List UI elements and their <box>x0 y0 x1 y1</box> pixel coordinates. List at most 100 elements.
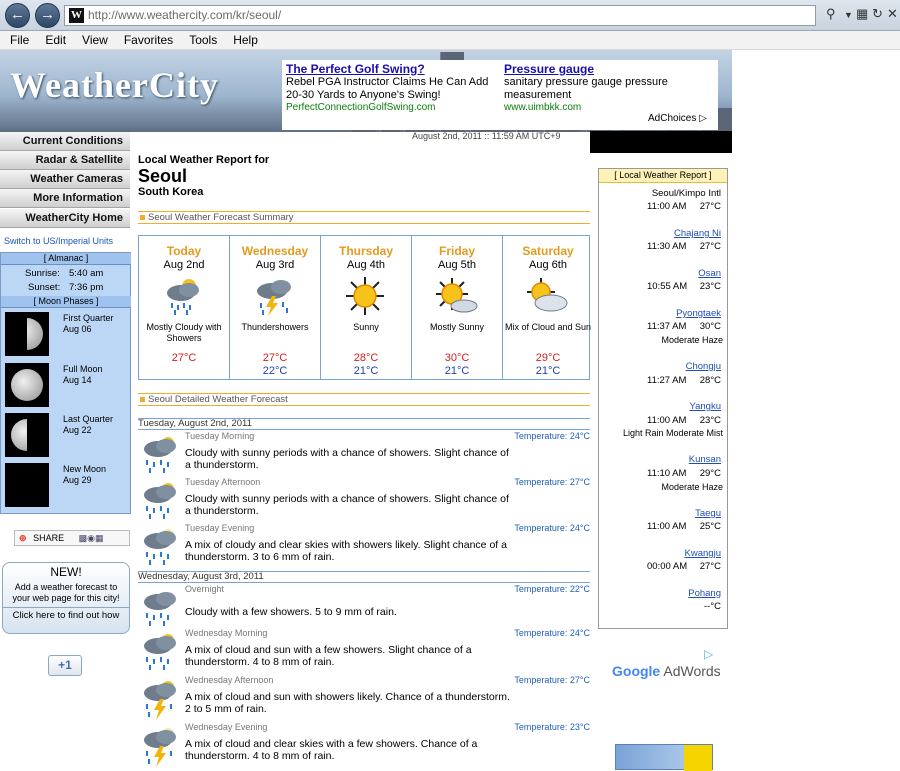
address-bar[interactable]: Whttp://www.weathercity.com/kr/seoul/ <box>64 5 816 26</box>
google-plus-one-button[interactable]: +1 <box>48 655 82 676</box>
city-name: Seoul <box>138 166 188 186</box>
menu-view[interactable]: View <box>82 33 108 47</box>
ad-title[interactable]: Pressure gauge <box>504 62 704 76</box>
ad-title[interactable]: The Perfect Golf Swing? <box>286 62 501 76</box>
station-link[interactable]: Yangku <box>689 401 721 412</box>
temperature-label: Temperature: <box>514 722 568 732</box>
share-button[interactable]: ⊕ SHARE ▩◉▦ <box>14 530 130 546</box>
promo-text: Add a weather forecast to your web page … <box>12 582 120 603</box>
widget-promo[interactable]: NEW! Add a weather forecast to your web … <box>2 562 130 634</box>
adchoices-icon[interactable]: ▷ <box>704 647 713 661</box>
adwords-banner-image[interactable] <box>615 744 713 771</box>
browser-toolbar: ← → Whttp://www.weathercity.com/kr/seoul… <box>0 0 900 31</box>
forecast-summary-table: Today Aug 2nd Mostly Cloudy with Showers… <box>138 235 593 380</box>
forecast-row: Tuesday Afternoon Temperature: 27°C Clou… <box>138 477 590 523</box>
adchoices-link[interactable]: AdChoices ▷ <box>648 113 707 124</box>
dropdown-icon[interactable]: ▼ <box>844 10 853 20</box>
site-logo[interactable]: WeatherCity <box>10 64 219 106</box>
ad-unit-gauge[interactable]: Pressure gauge sanitary pressure gauge p… <box>504 62 704 113</box>
date-time: August 2nd, 2011 :: 11:59 AM UTC+9 <box>412 131 561 141</box>
header-black-bar <box>590 131 732 153</box>
forecast-description: Mostly Cloudy with Showers <box>146 322 222 343</box>
menu-favorites[interactable]: Favorites <box>124 33 173 47</box>
stop-icon[interactable]: ✕ <box>887 6 898 22</box>
cloud-rain-icon <box>144 592 176 626</box>
station-link[interactable]: Pohang <box>688 588 721 599</box>
station-temp: 25°C <box>699 521 721 532</box>
station-link[interactable]: Kunsan <box>689 454 721 465</box>
site-favicon-icon: W <box>69 8 84 23</box>
forecast-text: Cloudy with sunny periods with a chance … <box>185 493 509 517</box>
report-label: Local Weather Report for <box>138 154 270 166</box>
promo-link[interactable]: Click here to find out how <box>3 607 129 621</box>
nav-current-conditions[interactable]: Current Conditions <box>0 132 130 151</box>
adchoices-label: AdChoices <box>648 113 697 124</box>
station-link[interactable]: Kwangju <box>685 548 721 559</box>
ad-url[interactable]: PerfectConnectionGolfSwing.com <box>286 102 501 113</box>
temperature-value: 22°C <box>569 584 590 594</box>
sunrise-time: 5:40 am <box>69 268 104 279</box>
forecast-date: Aug 5th <box>438 259 476 271</box>
menu-tools[interactable]: Tools <box>189 33 217 47</box>
forecast-period: Wednesday Afternoon <box>185 675 274 685</box>
menu-edit[interactable]: Edit <box>45 33 66 47</box>
moon-disk <box>27 318 43 350</box>
station-link[interactable]: Taegu <box>695 508 721 519</box>
temperature-value: 24°C <box>569 523 590 533</box>
forecast-row: Overnight Temperature: 22°C Cloudy with … <box>138 584 590 630</box>
nav-weathercity-home[interactable]: WeatherCity Home <box>0 209 130 228</box>
cloud-rain-icon <box>144 437 176 473</box>
search-icon[interactable]: ⚲ <box>826 6 836 22</box>
nav-more-information[interactable]: More Information <box>0 189 130 208</box>
temperature-label: Temperature: <box>514 477 568 487</box>
google-adwords-logo[interactable]: Google AdWords <box>612 663 721 679</box>
forecast-low: 22°C <box>262 365 288 377</box>
station-link[interactable]: Chongju <box>686 361 721 372</box>
refresh-icon[interactable]: ↻ <box>872 6 883 22</box>
forecast-day: Saturday Aug 6th Mix of Cloud and Sun 29… <box>503 236 593 379</box>
forecast-date: Aug 6th <box>529 259 567 271</box>
share-label: SHARE <box>33 533 65 543</box>
forecast-day-name: Friday <box>438 244 475 258</box>
station-link[interactable]: Chajang Ni <box>674 228 721 239</box>
cloud-rain-icon <box>167 279 199 315</box>
forward-button[interactable]: → <box>35 3 60 28</box>
forecast-high: 28°C <box>353 352 379 364</box>
menu-help[interactable]: Help <box>233 33 258 47</box>
station-condition: Moderate Haze <box>661 335 723 345</box>
forecast-period: Tuesday Afternoon <box>185 477 261 487</box>
forecast-description: Thundershowers <box>241 322 309 332</box>
station-time: 11:30 AM <box>647 241 687 252</box>
temperature-label: Temperature: <box>514 628 568 638</box>
forecast-high: 27°C <box>262 352 288 364</box>
forecast-row: Wednesday Afternoon Temperature: 27°C A … <box>138 675 590 721</box>
forecast-day-name: Saturday <box>522 244 574 258</box>
back-button[interactable]: ← <box>5 3 30 28</box>
temperature-value: 27°C <box>569 675 590 685</box>
promo-new-label: NEW! <box>50 565 82 579</box>
ad-url[interactable]: www.uimbkk.com <box>504 102 704 113</box>
day-header: Tuesday, August 2nd, 2011 <box>138 418 590 430</box>
forecast-day: Today Aug 2nd Mostly Cloudy with Showers… <box>139 236 229 379</box>
forecast-temperature: Temperature: 23°C <box>514 722 590 732</box>
compatibility-icon[interactable]: ▦ <box>856 6 868 22</box>
station-time: 11:00 AM <box>647 201 687 212</box>
moon-phase-name: First Quarter <box>63 313 114 323</box>
nav-weather-cameras[interactable]: Weather Cameras <box>0 170 130 189</box>
forecast-period: Tuesday Morning <box>185 431 255 441</box>
moon-phase-item: First Quarter Aug 06 <box>63 313 114 335</box>
google-wordmark: Google <box>612 663 661 679</box>
menu-file[interactable]: File <box>10 33 29 47</box>
nav-radar-satellite[interactable]: Radar & Satellite <box>0 151 130 170</box>
forecast-high: 29°C <box>535 352 561 364</box>
temperature-value: 23°C <box>569 722 590 732</box>
moon-phase-item: Full Moon Aug 14 <box>63 364 103 386</box>
station-time: 11:27 AM <box>647 375 687 386</box>
switch-units-link[interactable]: Switch to US/Imperial Units <box>4 236 113 246</box>
local-weather-heading: [ Local Weather Report ] <box>599 169 727 183</box>
ad-unit-golf[interactable]: The Perfect Golf Swing? Rebel PGA Instru… <box>286 62 501 113</box>
station-link[interactable]: Pyongtaek <box>676 308 721 319</box>
forecast-description: Mix of Cloud and Sun <box>504 322 592 332</box>
forecast-text: A mix of cloud and clear skies with a fe… <box>185 738 478 762</box>
station-link[interactable]: Osan <box>698 268 721 279</box>
